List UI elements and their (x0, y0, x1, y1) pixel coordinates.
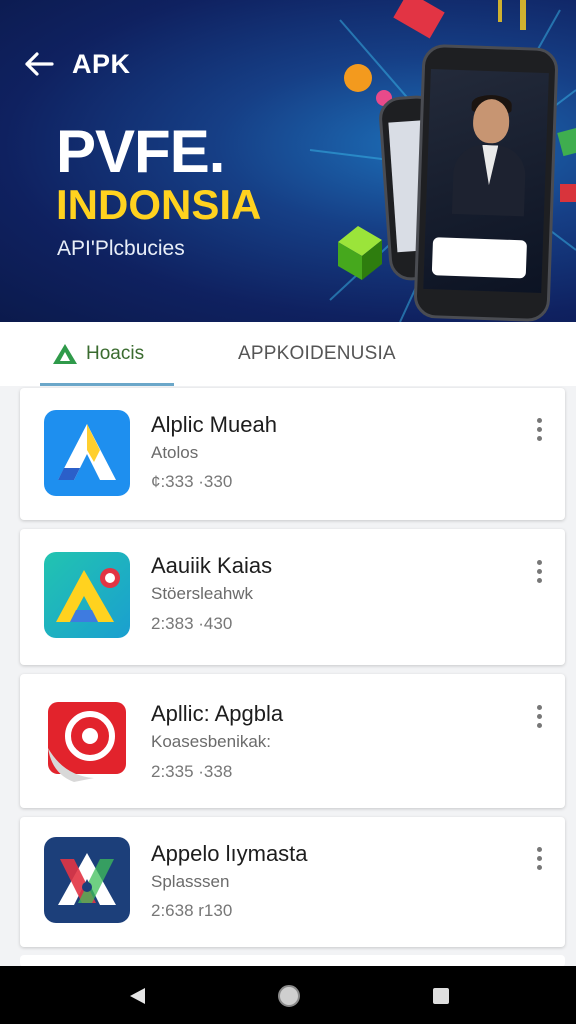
navy-a-app-icon (44, 837, 130, 923)
back-button[interactable] (22, 47, 56, 81)
more-options-button[interactable] (527, 555, 551, 587)
a-logo-icon (53, 344, 77, 364)
app-list-item[interactable]: Apllic: Apgbla Koasesbenikak: 2:335 ·338 (20, 674, 565, 808)
header-title: APK (72, 48, 131, 79)
tab-label: Hoacis (86, 343, 145, 364)
app-list-item[interactable]: Appelo lıymasta Splasssen 2:638 r130 (20, 817, 565, 947)
app-subtitle: Stöersleahwk (151, 584, 254, 603)
home-circle-icon (278, 985, 300, 1007)
app-meta: 2:383 ·430 (151, 614, 233, 633)
blue-a-app-icon (44, 410, 130, 496)
person-illustration (451, 94, 527, 217)
more-options-button[interactable] (527, 700, 551, 732)
more-options-button[interactable] (527, 842, 551, 874)
arrow-left-icon (25, 52, 54, 76)
hero-subtitle: API'Plcbucies (57, 237, 185, 260)
recents-square-icon (433, 988, 449, 1004)
hero-title-line2: INDONSIA (56, 181, 262, 228)
tab-bar: Hoacis APPKOIDENUSIA (0, 322, 576, 386)
phone-screen-card (431, 237, 528, 279)
app-subtitle: Koasesbenikak: (151, 732, 272, 751)
more-options-button[interactable] (527, 413, 551, 445)
back-triangle-icon (130, 988, 145, 1004)
app-name: Apllic: Apgbla (151, 701, 284, 726)
nav-home-button[interactable] (276, 983, 302, 1009)
app-meta: 2:335 ·338 (151, 762, 233, 781)
tab-appkoidenusia[interactable]: APPKOIDENUSIA (238, 322, 396, 386)
app-name: Appelo lıymasta (151, 841, 308, 866)
teal-yellow-a-app-icon (44, 552, 130, 638)
tab-label: APPKOIDENUSIA (238, 343, 396, 364)
tab-hoacis[interactable]: Hoacis (40, 322, 174, 386)
phone-illustration-front (413, 43, 559, 322)
app-subtitle: Atolos (151, 443, 199, 462)
app-subtitle: Splasssen (151, 872, 230, 891)
app-list-item[interactable]: Alplic Mueah Atolos ¢:333 ·330 (20, 388, 565, 520)
app-meta: ¢:333 ·330 (151, 472, 233, 491)
red-target-app-icon (44, 698, 130, 784)
app-list-item[interactable]: Aauiik Kaias Stöersleahwk 2:383 ·430 (20, 529, 565, 665)
hero-banner: APK PVFE. INDONSIA API'Plcbucies (0, 0, 576, 322)
nav-back-button[interactable] (124, 983, 150, 1009)
nav-recents-button[interactable] (428, 983, 454, 1009)
hero-title-line1: PVFE. (56, 118, 225, 185)
app-meta: 2:638 r130 (151, 901, 233, 920)
app-name: Aauiik Kaias (151, 553, 273, 578)
tab-selected-indicator (40, 383, 174, 386)
system-navigation-bar (0, 966, 576, 1024)
app-name: Alplic Mueah (151, 412, 277, 437)
